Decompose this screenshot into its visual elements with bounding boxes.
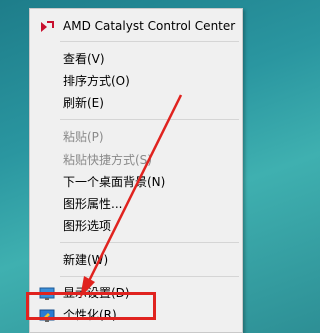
annotation-arrow	[80, 94, 183, 298]
annotation-arrow-line	[86, 94, 183, 284]
annotation-arrow-head	[80, 276, 95, 298]
